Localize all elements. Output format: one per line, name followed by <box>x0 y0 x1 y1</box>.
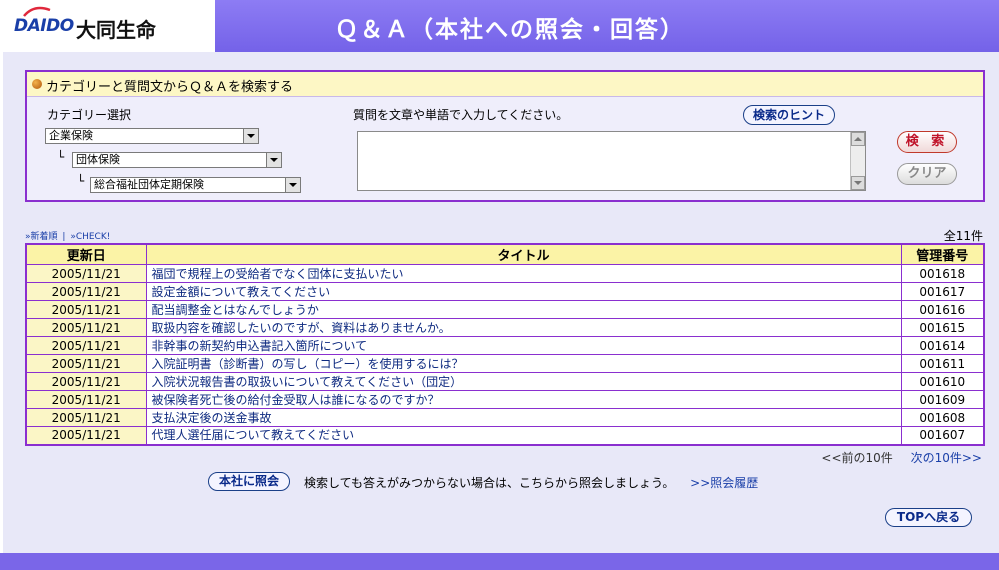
clear-button[interactable]: クリア <box>897 163 957 185</box>
search-panel: カテゴリーと質問文からＱ＆Ａを検索する カテゴリー選択 企業保険 └ 団体保険 … <box>25 70 985 202</box>
table-header-row: 更新日 タイトル 管理番号 <box>25 243 985 265</box>
row-title-link[interactable]: 支払決定後の送金事故 <box>145 408 902 427</box>
contact-note: 検索しても答えがみつからない場合は、こちらから照会しましょう。 >>照会履歴 <box>304 474 758 491</box>
chevron-down-icon[interactable] <box>266 153 281 167</box>
page-header: DAIDO 大同生命 Ｑ＆Ａ（本社への照会・回答） <box>0 0 999 52</box>
page-title: Ｑ＆Ａ（本社への照会・回答） <box>335 17 685 43</box>
search-panel-header: カテゴリーと質問文からＱ＆Ａを検索する <box>27 72 983 97</box>
row-number: 001617 <box>900 282 985 301</box>
chevron-down-icon[interactable] <box>243 129 258 143</box>
row-number: 001609 <box>900 390 985 409</box>
table-row[interactable]: 2005/11/21 取扱内容を確認したいのですが、資料はありませんか。 00161… <box>25 318 985 337</box>
row-number: 001611 <box>900 354 985 373</box>
row-date: 2005/11/21 <box>25 408 147 427</box>
title-bar: Ｑ＆Ａ（本社への照会・回答） <box>215 0 999 52</box>
row-number: 001615 <box>900 318 985 337</box>
column-header-number: 管理番号 <box>900 243 985 265</box>
table-row[interactable]: 2005/11/21 配当調整金とはなんでしょうか 001616 <box>25 300 985 319</box>
table-row[interactable]: 2005/11/21 入院状況報告書の取扱いについて教えてください（団定） 0016… <box>25 372 985 391</box>
row-date: 2005/11/21 <box>25 354 147 373</box>
logo[interactable]: DAIDO 大同生命 <box>0 0 215 52</box>
row-date: 2005/11/21 <box>25 318 147 337</box>
column-header-title: タイトル <box>145 243 902 265</box>
company-name: 大同生命 <box>76 18 156 42</box>
category-select-3[interactable]: 総合福祉団体定期保険 <box>90 177 301 193</box>
tree-elbow-icon: └ <box>77 174 85 188</box>
row-title-link[interactable]: 入院状況報告書の取扱いについて教えてください（団定） <box>145 372 902 391</box>
category-label: カテゴリー選択 <box>47 108 132 122</box>
scroll-up-icon[interactable] <box>851 132 865 146</box>
row-number: 001618 <box>900 264 985 283</box>
category-select-2-value: 団体保険 <box>76 153 120 166</box>
table-row[interactable]: 2005/11/21 入院証明書（診断書）の写し（コピー）を使用するには？ 0016… <box>25 354 985 373</box>
logo-text: DAIDO <box>14 16 74 36</box>
category-select-3-value: 総合福祉団体定期保険 <box>94 178 204 191</box>
row-title-link[interactable]: 代理人選任届について教えてください <box>145 426 902 445</box>
table-row[interactable]: 2005/11/21 被保険者死亡後の給付金受取人は誰になるのですか？ 001609 <box>25 390 985 409</box>
table-body: 2005/11/21 福団で規程上の受給者でなく団体に支払いたい 001618 200… <box>25 264 985 445</box>
sort-newest-link[interactable]: »新着順 <box>25 232 58 242</box>
table-row[interactable]: 2005/11/21 非幹事の新契約申込書記入箇所について 001614 <box>25 336 985 355</box>
search-button[interactable]: 検 索 <box>897 131 957 153</box>
table-row[interactable]: 2005/11/21 設定金額について教えてください 001617 <box>25 282 985 301</box>
row-title-link[interactable]: 設定金額について教えてください <box>145 282 902 301</box>
row-date: 2005/11/21 <box>25 390 147 409</box>
result-count: 全11件 <box>943 229 983 243</box>
bullet-icon <box>32 79 42 89</box>
tree-elbow-icon: └ <box>57 150 65 164</box>
table-row[interactable]: 2005/11/21 支払決定後の送金事故 001608 <box>25 408 985 427</box>
daido-logo-mark: DAIDO <box>14 6 74 36</box>
question-textarea[interactable] <box>357 131 866 191</box>
sort-separator: | <box>62 232 66 242</box>
footer-bar <box>0 553 999 570</box>
column-header-date: 更新日 <box>25 243 147 265</box>
row-title-link[interactable]: 取扱内容を確認したいのですが、資料はありませんか。 <box>145 318 902 337</box>
chevron-down-icon[interactable] <box>285 178 300 192</box>
row-number: 001608 <box>900 408 985 427</box>
row-date: 2005/11/21 <box>25 336 147 355</box>
row-title-link[interactable]: 非幹事の新契約申込書記入箇所について <box>145 336 902 355</box>
qa-table: 更新日 タイトル 管理番号 2005/11/21 福団で規程上の受給者でなく団体に… <box>25 243 985 446</box>
logo-swoosh-icon <box>23 6 51 17</box>
row-number: 001614 <box>900 336 985 355</box>
sort-links: »新着順 | »CHECK! <box>25 229 112 242</box>
row-number: 001607 <box>900 426 985 445</box>
row-date: 2005/11/21 <box>25 282 147 301</box>
row-title-link[interactable]: 福団で規程上の受給者でなく団体に支払いたい <box>145 264 902 283</box>
category-select-1-value: 企業保険 <box>49 129 93 142</box>
contact-head-office-button[interactable]: 本社に照会 <box>208 472 290 491</box>
table-row[interactable]: 2005/11/21 代理人選任届について教えてください 001607 <box>25 426 985 445</box>
row-number: 001610 <box>900 372 985 391</box>
search-hint-button[interactable]: 検索のヒント <box>743 105 835 125</box>
row-date: 2005/11/21 <box>25 300 147 319</box>
row-date: 2005/11/21 <box>25 426 147 445</box>
row-date: 2005/11/21 <box>25 264 147 283</box>
scroll-down-icon[interactable] <box>851 176 865 190</box>
row-title-link[interactable]: 配当調整金とはなんでしょうか <box>145 300 902 319</box>
row-number: 001616 <box>900 300 985 319</box>
search-panel-title: カテゴリーと質問文からＱ＆Ａを検索する <box>46 80 294 95</box>
sort-check-link[interactable]: »CHECK! <box>70 232 110 242</box>
left-edge <box>0 52 3 553</box>
inquiry-history-link[interactable]: >>照会履歴 <box>690 476 758 490</box>
contact-note-text: 検索しても答えがみつからない場合は、こちらから照会しましょう。 <box>304 476 675 490</box>
table-row[interactable]: 2005/11/21 福団で規程上の受給者でなく団体に支払いたい 001618 <box>25 264 985 283</box>
row-title-link[interactable]: 被保険者死亡後の給付金受取人は誰になるのですか？ <box>145 390 902 409</box>
textarea-scrollbar[interactable] <box>850 132 865 190</box>
next-page-link[interactable]: 次の10件>> <box>911 451 982 465</box>
row-date: 2005/11/21 <box>25 372 147 391</box>
prev-page-link: <<前の10件 <box>821 451 893 465</box>
pagination: <<前の10件 次の10件>> <box>821 449 982 466</box>
row-title-link[interactable]: 入院証明書（診断書）の写し（コピー）を使用するには？ <box>145 354 902 373</box>
back-to-top-button[interactable]: TOPへ戻る <box>885 508 972 527</box>
question-label: 質問を文章や単語で入力してください。 <box>353 108 569 122</box>
category-select-1[interactable]: 企業保険 <box>45 128 259 144</box>
category-select-2[interactable]: 団体保険 <box>72 152 282 168</box>
